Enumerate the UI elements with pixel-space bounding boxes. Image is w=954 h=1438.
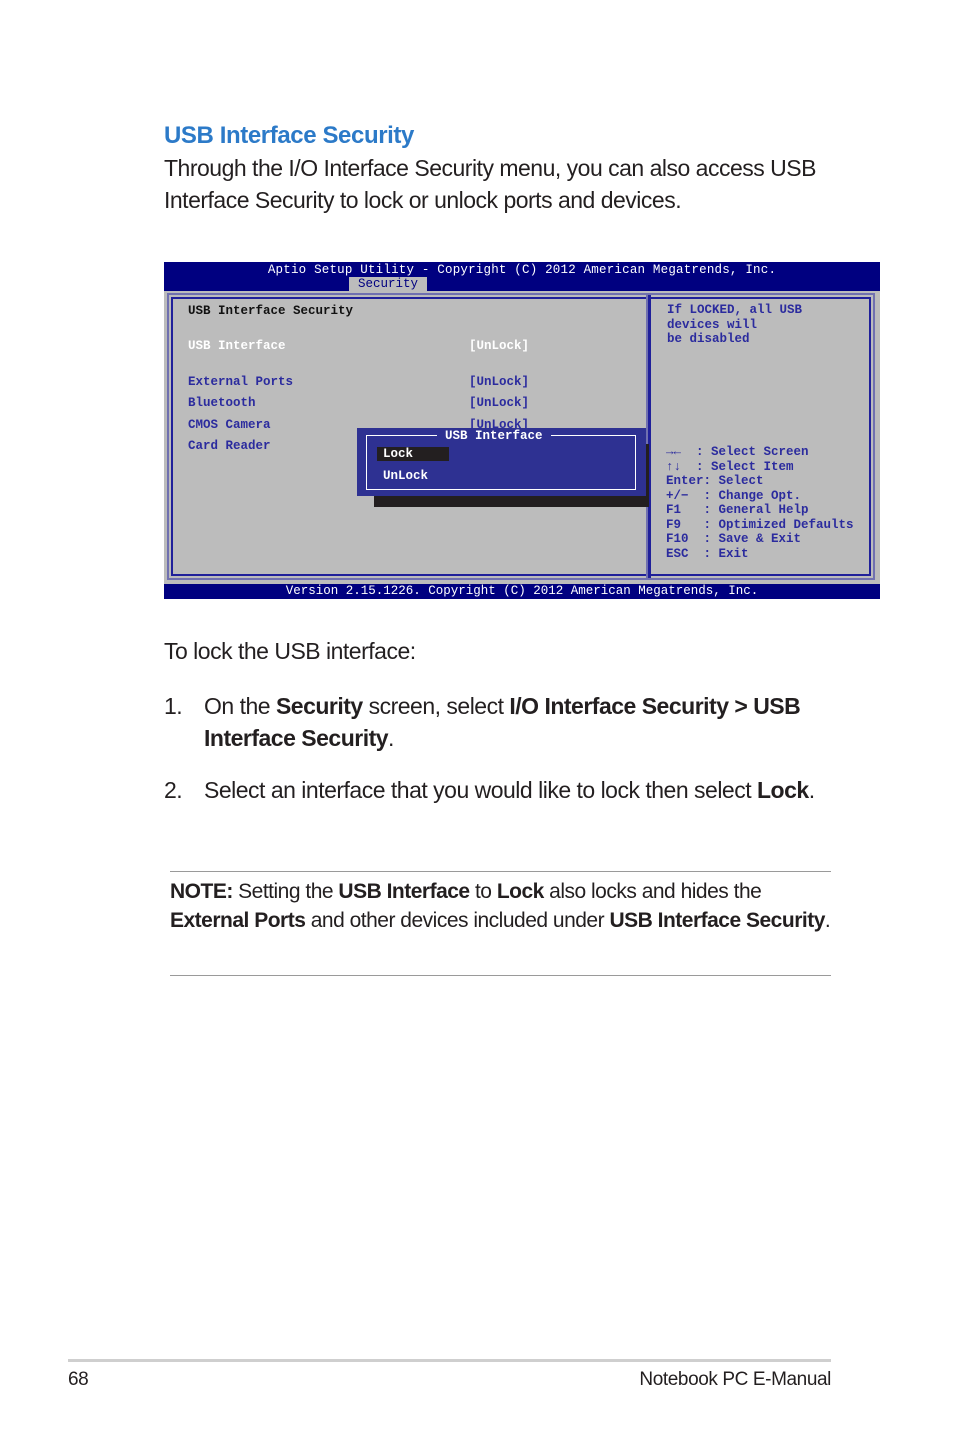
bios-header-bar: Aptio Setup Utility - Copyright (C) 2012…: [164, 262, 880, 291]
intro-paragraph: Through the I/O Interface Security menu,…: [164, 155, 816, 213]
bios-key-legend: →← : Select Screen ↑↓ : Select Item Enter:…: [666, 445, 854, 561]
key-legend-row: ↑↓ : Select Item: [666, 460, 854, 475]
step-text: Select an interface that you would like …: [204, 777, 815, 803]
key-action: Save & Exit: [718, 532, 802, 546]
key-legend-row: →← : Select Screen: [666, 445, 854, 460]
key-name: →←: [666, 445, 682, 459]
step-text: On the Security screen, select I/O Inter…: [204, 693, 801, 751]
key-name: +/−: [666, 488, 689, 503]
help-line: If LOCKED, all USB: [667, 303, 803, 317]
panel-divider-line: [648, 295, 651, 578]
step-number: 2.: [164, 777, 183, 803]
bios-title: Aptio Setup Utility - Copyright (C) 2012…: [267, 263, 777, 277]
bios-help-text: If LOCKED, all USB devices will be disable…: [667, 303, 802, 347]
bios-item-usb-interface[interactable]: USB Interface: [188, 339, 286, 353]
instructions-lead: To lock the USB interface:: [164, 638, 416, 664]
page-number: 68: [68, 1369, 89, 1390]
key-legend-row: Enter: Select: [666, 474, 854, 489]
key-legend-row: F9 : Optimized Defaults: [666, 518, 854, 533]
key-legend-row: F10 : Save & Exit: [666, 532, 854, 547]
key-separator: :: [688, 488, 719, 503]
note-bottom-rule: [170, 975, 831, 976]
key-action: Exit: [718, 546, 749, 561]
bios-version-bar: Version 2.15.1226. Copyright (C) 2012 Am…: [164, 584, 880, 599]
key-legend-row: +/− : Change Opt.: [666, 489, 854, 504]
key-legend-row: F1 : General Help: [666, 503, 854, 518]
popup-option-unlock[interactable]: UnLock: [377, 469, 434, 483]
section-title: USB Interface Security: [164, 122, 414, 149]
manual-title: Notebook PC E-Manual: [639, 1369, 831, 1390]
step-number: 1.: [164, 693, 183, 719]
usb-interface-popup: USB Interface Lock UnLock: [357, 428, 646, 496]
key-action: Optimized Defaults: [718, 517, 854, 532]
key-action: Change Opt.: [718, 488, 802, 503]
note-top-rule: [170, 871, 831, 872]
popup-option-lock[interactable]: Lock: [377, 447, 449, 461]
help-line: be disabled: [667, 332, 750, 346]
popup-title: USB Interface: [437, 429, 551, 443]
help-line: devices will: [667, 317, 758, 332]
key-legend-row: ESC : Exit: [666, 547, 854, 562]
key-action: Select Screen: [711, 445, 809, 459]
key-separator: :: [681, 445, 712, 459]
bios-screenshot: Aptio Setup Utility - Copyright (C) 2012…: [164, 262, 880, 599]
key-action: Select: [718, 474, 764, 488]
key-name: Enter: [666, 474, 704, 488]
bios-item-cmos-camera[interactable]: CMOS Camera: [188, 418, 271, 432]
note-box: NOTE: Setting the USB Interface to Lock …: [170, 880, 831, 932]
key-separator: :: [681, 517, 719, 532]
bios-item-bluetooth[interactable]: Bluetooth: [188, 396, 256, 410]
key-name: F10: [666, 532, 689, 546]
bios-value-usb-interface[interactable]: [UnLock]: [469, 339, 529, 353]
bios-item-external-ports[interactable]: External Ports: [188, 375, 293, 389]
key-name: F1: [666, 503, 682, 517]
key-action: Select Item: [711, 459, 794, 474]
footer-rule: [68, 1359, 831, 1362]
bios-value-bluetooth[interactable]: [UnLock]: [469, 396, 529, 410]
key-separator: :: [688, 532, 719, 546]
tab-security[interactable]: Security: [349, 277, 427, 291]
bios-value-external-ports[interactable]: [UnLock]: [469, 375, 529, 389]
key-action: General Help: [718, 503, 809, 517]
key-separator: :: [681, 503, 719, 517]
key-separator: :: [703, 474, 719, 488]
bios-item-card-reader[interactable]: Card Reader: [188, 439, 271, 453]
key-separator: :: [681, 459, 712, 474]
bios-page-heading: USB Interface Security: [188, 304, 354, 318]
key-name: ↑↓: [666, 459, 682, 474]
key-name: ESC: [666, 546, 689, 561]
key-separator: :: [688, 546, 719, 561]
key-name: F9: [666, 517, 682, 532]
